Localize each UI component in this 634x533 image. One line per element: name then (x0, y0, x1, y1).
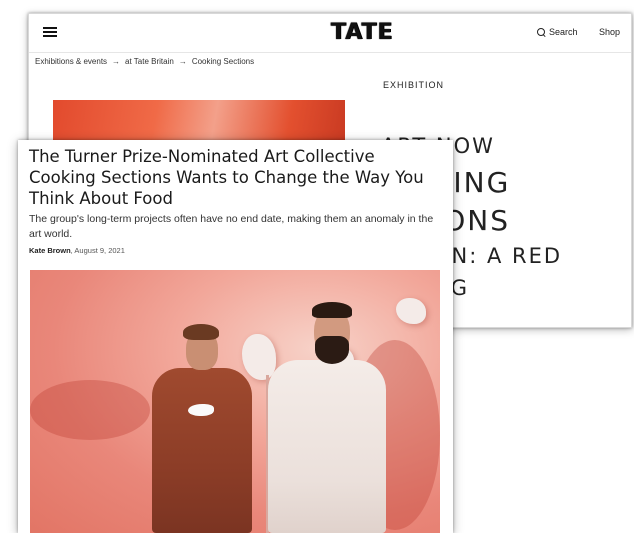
breadcrumb: Exhibitions & events → at Tate Britain →… (35, 57, 254, 66)
article-card: The Turner Prize-Nominated Art Collectiv… (18, 140, 453, 533)
article-dek: The group's long-term projects often hav… (29, 213, 434, 240)
breadcrumb-cooking-sections: Cooking Sections (191, 57, 255, 66)
search-icon (537, 28, 545, 36)
search-label: Search (549, 27, 578, 37)
search-button[interactable]: Search (537, 27, 578, 37)
person-right (268, 360, 386, 533)
paper-sculpture (396, 298, 426, 324)
byline: Kate Brown, August 9, 2021 (29, 246, 125, 255)
author-link[interactable]: Kate Brown (29, 246, 71, 255)
paper-bird (188, 404, 214, 416)
tate-logo[interactable]: TATE (327, 20, 397, 46)
photo-shadow (30, 380, 150, 440)
breadcrumb-tate-britain[interactable]: at Tate Britain (125, 57, 174, 66)
person-right-hair (312, 302, 352, 318)
breadcrumb-arrow-icon: → (178, 57, 187, 66)
article-headline[interactable]: The Turner Prize-Nominated Art Collectiv… (29, 146, 439, 209)
breadcrumb-arrow-icon: → (112, 57, 121, 66)
breadcrumb-exhibitions[interactable]: Exhibitions & events (35, 57, 107, 66)
person-right-beard (315, 336, 349, 364)
publish-date: , August 9, 2021 (70, 246, 125, 255)
article-photo (30, 270, 440, 533)
person-left-hair (183, 324, 219, 340)
paper-sculpture (242, 334, 276, 380)
shop-link[interactable]: Shop (599, 27, 620, 37)
exhibition-label: EXHIBITION (383, 80, 445, 90)
tate-header: TATE Search Shop (29, 14, 631, 53)
person-left (152, 368, 252, 533)
menu-icon[interactable] (43, 27, 57, 37)
